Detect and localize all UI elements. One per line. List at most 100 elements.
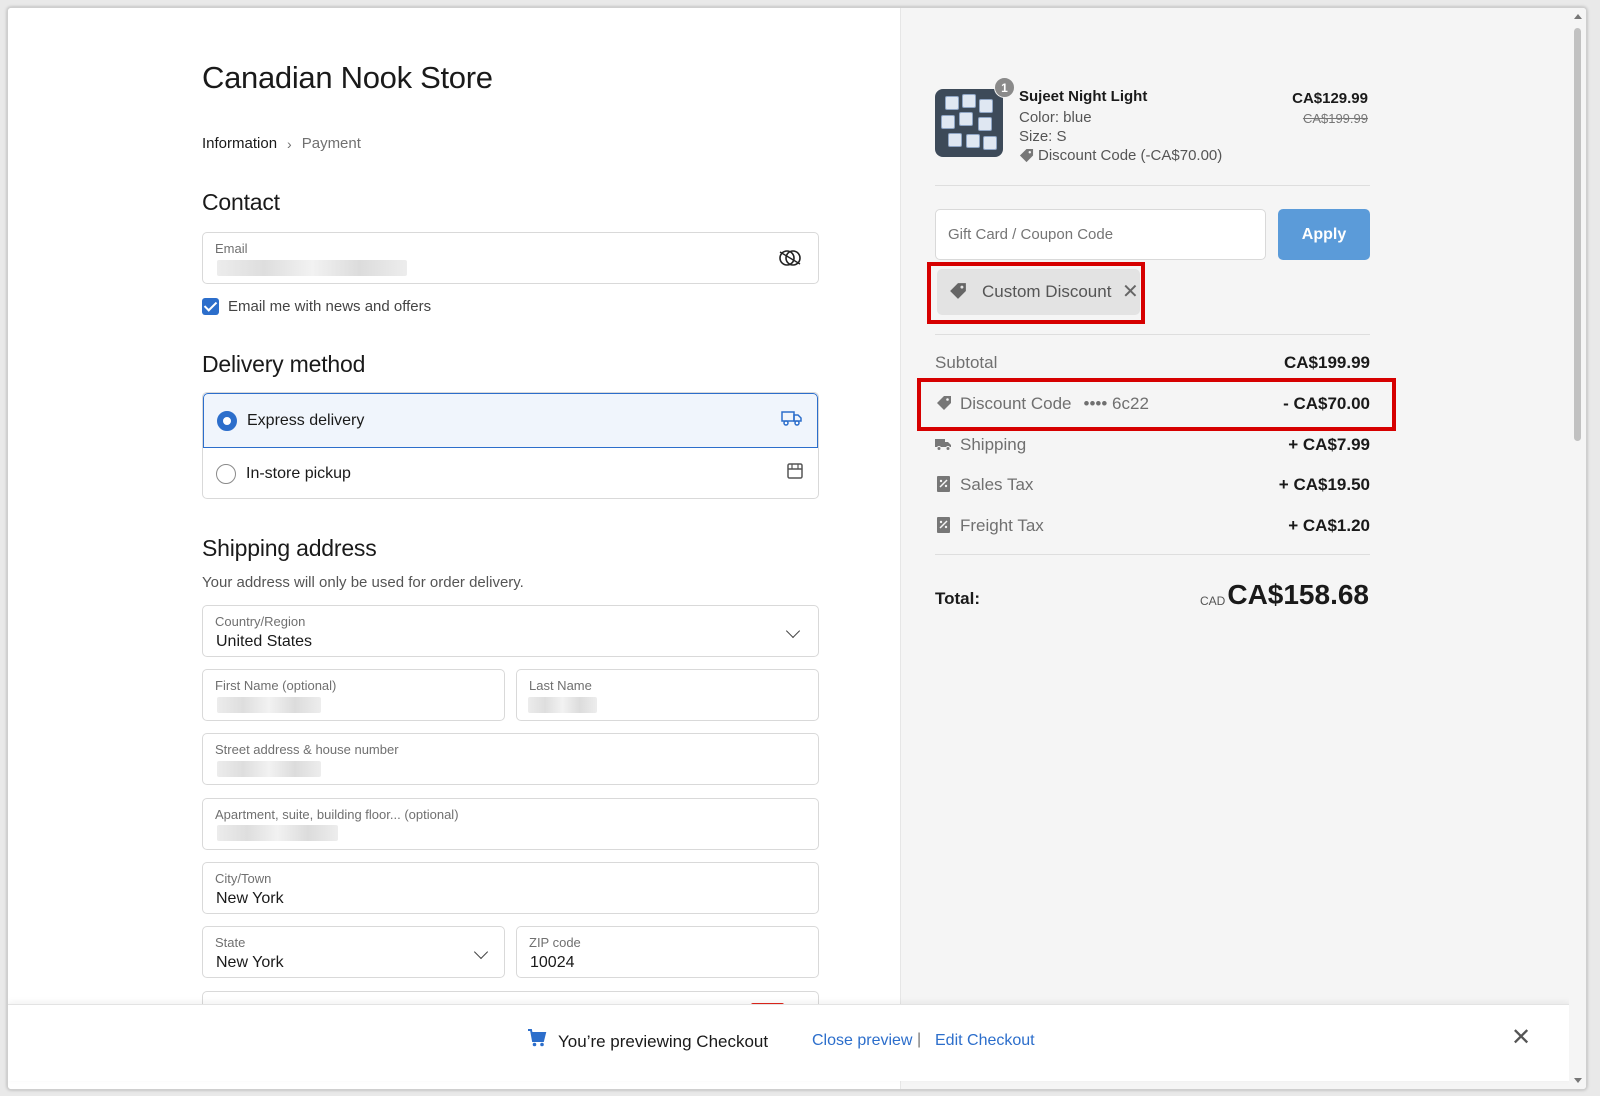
last-name-value-redacted	[528, 697, 597, 713]
divider	[935, 185, 1370, 186]
freight-tax-row: Freight Tax + CA$1.20	[935, 516, 1370, 540]
country-select[interactable]: Country/Region United States	[202, 605, 819, 657]
coupon-code-input[interactable]	[935, 209, 1266, 260]
total-label: Total:	[935, 589, 981, 608]
email-label: Email	[215, 241, 248, 256]
last-name-field[interactable]: Last Name	[516, 669, 819, 721]
product-size: Size: S	[1019, 128, 1067, 145]
breadcrumb-payment[interactable]: Payment	[302, 135, 361, 152]
store-icon	[786, 462, 804, 485]
newsletter-checkbox[interactable]	[202, 298, 219, 315]
freight-tax-value: + CA$1.20	[1288, 516, 1370, 535]
newsletter-label: Email me with news and offers	[228, 298, 432, 315]
store-title: Canadian Nook Store	[202, 60, 493, 95]
shipping-address-title: Shipping address	[202, 535, 377, 561]
apartment-value-redacted	[217, 825, 338, 841]
close-preview-link[interactable]: Close preview	[812, 1032, 912, 1050]
first-name-value-redacted	[217, 697, 321, 713]
product-color: Color: blue	[1019, 109, 1092, 126]
zip-value: 10024	[530, 954, 575, 971]
highlight-box-discount-row	[917, 378, 1396, 431]
product-price: CA$129.99	[1292, 90, 1368, 107]
preview-bar: You’re previewing Checkout Close preview…	[8, 1004, 1570, 1081]
product-name: Sujeet Night Light	[1019, 88, 1148, 105]
delivery-method-title: Delivery method	[202, 351, 366, 377]
city-field[interactable]: City/Town New York	[202, 862, 819, 914]
first-name-field[interactable]: First Name (optional)	[202, 669, 505, 721]
newsletter-checkbox-row[interactable]: Email me with news and offers	[202, 298, 431, 315]
city-label: City/Town	[215, 871, 272, 886]
subtotal-label: Subtotal	[935, 353, 998, 372]
street-address-value-redacted	[217, 761, 321, 777]
subtotal-value: CA$199.99	[1283, 353, 1370, 372]
city-value: New York	[216, 890, 284, 907]
delivery-option-pickup[interactable]: In-store pickup	[203, 447, 818, 498]
street-address-field[interactable]: Street address & house number	[202, 733, 819, 785]
page-scrollbar[interactable]	[1569, 8, 1586, 1089]
state-label: State	[215, 935, 246, 950]
pickup-label: In-store pickup	[246, 464, 351, 482]
total-currency: CAD	[1200, 594, 1226, 608]
last-name-label: Last Name	[529, 678, 592, 693]
subtotal-row: Subtotal CA$199.99	[935, 353, 1370, 377]
shipping-row: Shipping + CA$7.99	[935, 435, 1370, 459]
receipt-icon	[935, 475, 952, 495]
preview-separator: |	[917, 1031, 922, 1048]
sales-tax-value: + CA$19.50	[1278, 475, 1370, 494]
country-label: Country/Region	[215, 614, 306, 629]
sales-tax-row: Sales Tax + CA$19.50	[935, 475, 1370, 499]
receipt-icon	[935, 516, 952, 536]
divider	[935, 554, 1370, 555]
checkout-form-pane: Canadian Nook Store Information › Paymen…	[8, 8, 900, 1089]
shipping-label: Shipping	[960, 435, 1027, 454]
cart-icon	[527, 1029, 547, 1052]
truck-icon	[935, 437, 952, 454]
street-address-label: Street address & house number	[215, 742, 399, 757]
contact-title: Contact	[202, 189, 280, 215]
breadcrumb: Information › Payment	[202, 135, 361, 152]
quantity-badge: 1	[994, 77, 1015, 98]
express-label: Express delivery	[247, 411, 365, 429]
express-radio[interactable]	[217, 410, 237, 431]
edit-checkout-link[interactable]: Edit Checkout	[935, 1032, 1035, 1050]
email-value-redacted	[217, 260, 407, 276]
chevron-down-icon	[473, 944, 489, 960]
divider	[935, 334, 1370, 335]
first-name-label: First Name (optional)	[215, 678, 337, 693]
scroll-up-arrow-icon[interactable]	[1574, 14, 1582, 19]
apartment-field[interactable]: Apartment, suite, building floor... (opt…	[202, 798, 819, 850]
apartment-label: Apartment, suite, building floor... (opt…	[215, 807, 459, 822]
tag-icon	[1019, 148, 1034, 163]
highlight-box-discount-tag	[927, 262, 1145, 324]
apply-button[interactable]: Apply	[1278, 209, 1370, 260]
preview-message: You’re previewing Checkout	[558, 1032, 769, 1051]
sales-tax-label: Sales Tax	[960, 475, 1034, 494]
chevron-down-icon	[785, 623, 801, 639]
scroll-thumb[interactable]	[1574, 28, 1581, 441]
pickup-radio[interactable]	[216, 463, 236, 484]
delivery-options: Express delivery In-store pickup	[202, 392, 819, 499]
breadcrumb-information[interactable]: Information	[202, 135, 277, 152]
scroll-down-arrow-icon[interactable]	[1574, 1078, 1582, 1083]
shipping-value: + CA$7.99	[1288, 435, 1370, 454]
autofill-icon[interactable]	[776, 246, 804, 275]
total-value: CA$158.68	[1227, 579, 1369, 610]
zip-label: ZIP code	[529, 935, 581, 950]
browser-frame: Canadian Nook Store Information › Paymen…	[7, 7, 1587, 1090]
state-select[interactable]: State New York	[202, 926, 505, 978]
chevron-right-icon: ›	[287, 135, 292, 152]
delivery-option-express[interactable]: Express delivery	[203, 393, 818, 448]
order-summary-pane: 1 Sujeet Night Light Color: blue Size: S…	[900, 8, 1586, 1089]
product-discount: Discount Code (-CA$70.00)	[1019, 147, 1222, 164]
email-field[interactable]: Email	[202, 232, 819, 284]
product-original-price: CA$199.99	[1302, 111, 1368, 126]
product-thumbnail	[935, 89, 1003, 157]
product-discount-text: Discount Code (-CA$70.00)	[1038, 147, 1223, 164]
shipping-address-subtitle: Your address will only be used for order…	[202, 574, 524, 591]
country-value: United States	[216, 633, 313, 650]
state-value: New York	[216, 954, 284, 971]
truck-icon	[781, 410, 803, 431]
zip-field[interactable]: ZIP code 10024	[516, 926, 819, 978]
freight-tax-label: Freight Tax	[960, 516, 1044, 535]
close-icon[interactable]: ✕	[1511, 1023, 1531, 1052]
